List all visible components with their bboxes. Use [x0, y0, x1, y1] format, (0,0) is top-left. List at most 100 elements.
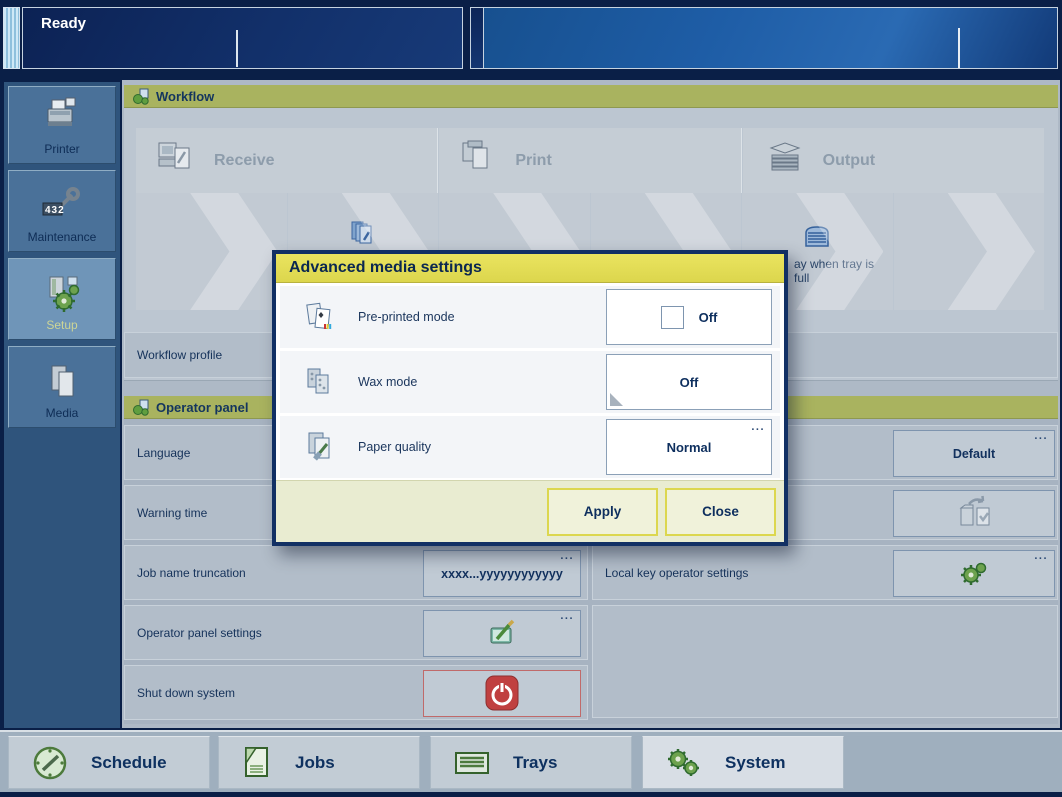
power-icon: [482, 674, 522, 714]
corner-fold-indicator: [610, 393, 623, 406]
sidebar-item-printer[interactable]: Printer: [8, 86, 116, 164]
status-panel-divider: [236, 30, 238, 67]
info-panel-divider: [958, 28, 960, 68]
value-text: Default: [953, 447, 995, 461]
info-panel-left-cell: [471, 8, 484, 68]
apply-button-label: Apply: [584, 504, 622, 519]
workflow-tile-print[interactable]: Print: [439, 128, 741, 193]
document-stack-icon: [349, 219, 377, 254]
tab-jobs[interactable]: Jobs: [218, 736, 420, 789]
more-indicator: ...: [560, 551, 574, 561]
setting-row-operator-panel-settings: Operator panel settings ...: [124, 605, 588, 660]
tab-label: Schedule: [91, 753, 167, 773]
status-text: Ready: [41, 15, 86, 32]
workflow-header-title: Workflow: [156, 89, 214, 104]
setting-label: Warning time: [137, 506, 207, 520]
pre-printed-mode-checkbox[interactable]: [661, 306, 684, 329]
svg-text:432: 432: [45, 205, 65, 216]
close-button[interactable]: Close: [665, 488, 776, 536]
advanced-media-settings-dialog: Advanced media settings Pre-printed mode…: [272, 250, 788, 546]
sidebar: Printer 432 Maintenance: [4, 82, 120, 728]
job-name-truncation-value-button[interactable]: ... xxxx...yyyyyyyyyyyy: [423, 550, 581, 597]
sync-documents-icon: [952, 495, 996, 533]
right-panel-filler: [592, 605, 1058, 718]
paper-quality-value-button[interactable]: ... Normal: [606, 419, 772, 475]
sync-documents-button[interactable]: [893, 490, 1055, 537]
setting-row-job-name-truncation: Job name truncation ... xxxx...yyyyyyyyy…: [124, 545, 588, 600]
value-text: Normal: [667, 440, 712, 455]
default-button[interactable]: ... Default: [893, 430, 1055, 477]
system-gears-icon: [665, 745, 703, 781]
local-key-operator-settings-button[interactable]: ...: [893, 550, 1055, 597]
trays-icon: [453, 749, 491, 777]
tab-system[interactable]: System: [642, 736, 844, 789]
workflow-tile-label: Output: [823, 152, 875, 170]
shut-down-button[interactable]: [423, 670, 581, 717]
gear-icon: [958, 559, 990, 589]
workflow-header-icon: [132, 88, 150, 105]
more-indicator: ...: [751, 422, 765, 432]
pre-printed-mode-toggle-button[interactable]: Off: [606, 289, 772, 345]
setting-label: Language: [137, 446, 190, 460]
sidebar-item-maintenance[interactable]: 432 Maintenance: [8, 170, 116, 252]
setting-label: Local key operator settings: [605, 566, 748, 580]
printer-control-screen: Ready Printer: [0, 0, 1062, 797]
tab-label: Trays: [513, 753, 557, 773]
dialog-row-paper-quality: Paper quality ... Normal: [280, 416, 780, 478]
tray-note-text: ay when tray is full: [794, 257, 893, 285]
wax-mode-value-button[interactable]: Off: [606, 354, 772, 410]
setting-row-local-key-operator: Local key operator settings ...: [592, 545, 1058, 600]
tab-label: Jobs: [295, 753, 335, 773]
info-panel-display: [484, 8, 1057, 68]
more-indicator: ...: [560, 611, 574, 621]
jobs-document-icon: [241, 745, 273, 781]
workflow-step-panel: [894, 193, 1045, 310]
operator-panel-header-icon: [132, 399, 150, 416]
dialog-row-wax-mode: Wax mode Off: [280, 351, 780, 413]
maintenance-icon: 432: [9, 187, 115, 223]
sidebar-item-label: Setup: [9, 318, 115, 332]
operator-panel-settings-button[interactable]: ...: [423, 610, 581, 657]
status-panel: Ready: [22, 7, 463, 69]
value-text: Off: [680, 375, 699, 390]
workflow-section-header: Workflow: [124, 85, 1058, 108]
setup-icon: [9, 275, 115, 313]
output-icon: [763, 140, 807, 181]
edit-icon: [485, 619, 519, 649]
dialog-row-label: Wax mode: [358, 375, 417, 389]
pre-printed-mode-icon: [304, 300, 336, 334]
dialog-row-label: Pre-printed mode: [358, 310, 455, 324]
bottom-tab-bar: Schedule Jobs: [0, 730, 1062, 792]
sidebar-item-setup[interactable]: Setup: [8, 258, 116, 340]
print-icon: [459, 139, 499, 182]
sidebar-item-media[interactable]: Media: [8, 346, 116, 428]
workflow-step-panel: [136, 193, 287, 310]
close-button-label: Close: [702, 504, 739, 519]
sidebar-item-label: Media: [9, 406, 115, 420]
workflow-tile-label: Receive: [214, 152, 275, 170]
setting-label: Operator panel settings: [137, 626, 262, 640]
media-icon: [9, 363, 115, 401]
workflow-profile-label: Workflow profile: [137, 348, 222, 362]
tray-icon: [802, 223, 832, 256]
status-stripe-decoration: [3, 7, 20, 69]
apply-button[interactable]: Apply: [547, 488, 658, 536]
setting-label: Job name truncation: [137, 566, 246, 580]
sidebar-item-label: Printer: [9, 142, 115, 156]
more-indicator: ...: [1034, 551, 1048, 561]
setting-row-shut-down: Shut down system: [124, 665, 588, 720]
more-indicator: ...: [1034, 431, 1048, 441]
setting-label: Shut down system: [137, 686, 235, 700]
operator-panel-header-title: Operator panel: [156, 400, 248, 415]
workflow-tile-output[interactable]: Output: [743, 128, 1044, 193]
tab-trays[interactable]: Trays: [430, 736, 632, 789]
workflow-tile-receive[interactable]: Receive: [136, 128, 438, 193]
wax-mode-icon: [304, 365, 336, 399]
dialog-row-label: Paper quality: [358, 440, 431, 454]
paper-quality-icon: [304, 430, 336, 464]
sidebar-item-label: Maintenance: [9, 230, 115, 244]
tab-schedule[interactable]: Schedule: [8, 736, 210, 789]
receive-icon: [156, 138, 198, 183]
dialog-title: Advanced media settings: [289, 259, 482, 277]
dialog-row-pre-printed-mode: Pre-printed mode Off: [280, 286, 780, 348]
